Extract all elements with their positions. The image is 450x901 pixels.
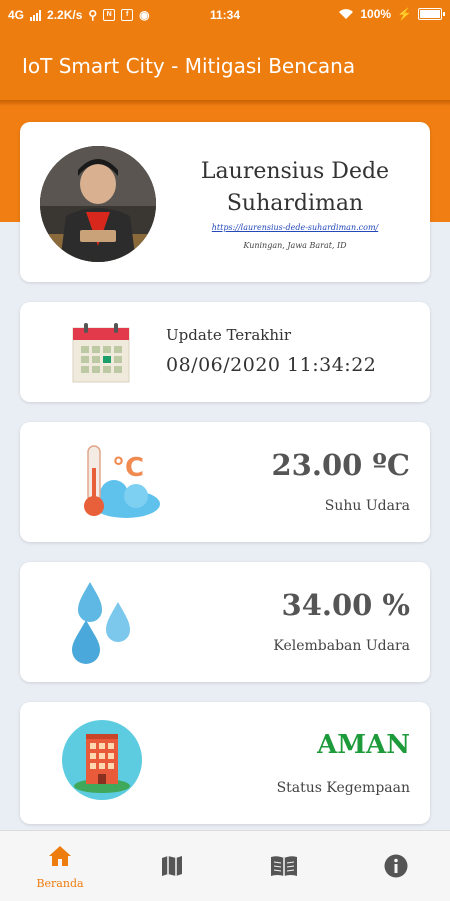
info-icon xyxy=(384,854,408,878)
map-icon xyxy=(162,856,182,876)
earthquake-status-label: Status Kegempaan xyxy=(276,780,410,796)
profile-location: Kuningan, Jawa Barat, ID xyxy=(243,241,347,250)
calendar-icon xyxy=(72,323,130,383)
nav-item-info[interactable] xyxy=(340,831,450,901)
profile-name: Laurensius Dede Suhardiman xyxy=(200,159,390,216)
nav-item-book[interactable] xyxy=(228,831,340,901)
humidity-value: 34.00 % xyxy=(281,588,410,622)
profile-url-link[interactable]: https://laurensius-dede-suhardiman.com/ xyxy=(180,223,410,232)
battery-icon xyxy=(418,8,445,20)
app-title: IoT Smart City - Mitigasi Bencana xyxy=(22,54,356,78)
svg-text:°C: °C xyxy=(112,453,144,483)
nav-label-beranda: Beranda xyxy=(36,877,84,890)
humidity-card: 34.00 % Kelembaban Udara xyxy=(20,562,430,682)
home-icon xyxy=(49,846,71,866)
building-icon xyxy=(62,720,142,800)
update-label: Update Terakhir xyxy=(166,326,292,344)
wifi-icon xyxy=(339,9,354,19)
status-bar: 4G 2.2K/s ⚲ N f ◉ 11:34 100% ⚡ xyxy=(0,0,450,30)
update-timestamp: 08/06/2020 11:34:22 xyxy=(166,354,377,376)
nav-item-beranda[interactable]: Beranda xyxy=(4,831,116,901)
temperature-card: °C 23.00 ºC Suhu Udara xyxy=(20,422,430,542)
charging-icon: ⚡ xyxy=(397,7,412,21)
app-bar: IoT Smart City - Mitigasi Bencana xyxy=(0,30,450,100)
avatar xyxy=(40,146,156,262)
nav-item-map[interactable] xyxy=(116,831,228,901)
temperature-label: Suhu Udara xyxy=(324,498,410,514)
earthquake-status-value: AMAN xyxy=(317,730,410,760)
bottom-navigation: Beranda xyxy=(0,830,450,901)
battery-percent: 100% xyxy=(360,7,392,21)
last-update-card: Update Terakhir 08/06/2020 11:34:22 xyxy=(20,302,430,402)
book-icon xyxy=(271,856,297,876)
earthquake-card: AMAN Status Kegempaan xyxy=(20,702,430,824)
thermometer-cloud-icon: °C xyxy=(84,445,160,518)
humidity-label: Kelembaban Udara xyxy=(273,638,410,654)
profile-card: Laurensius Dede Suhardiman https://laure… xyxy=(20,122,430,282)
water-drops-icon xyxy=(72,582,130,664)
temperature-value: 23.00 ºC xyxy=(271,448,411,482)
